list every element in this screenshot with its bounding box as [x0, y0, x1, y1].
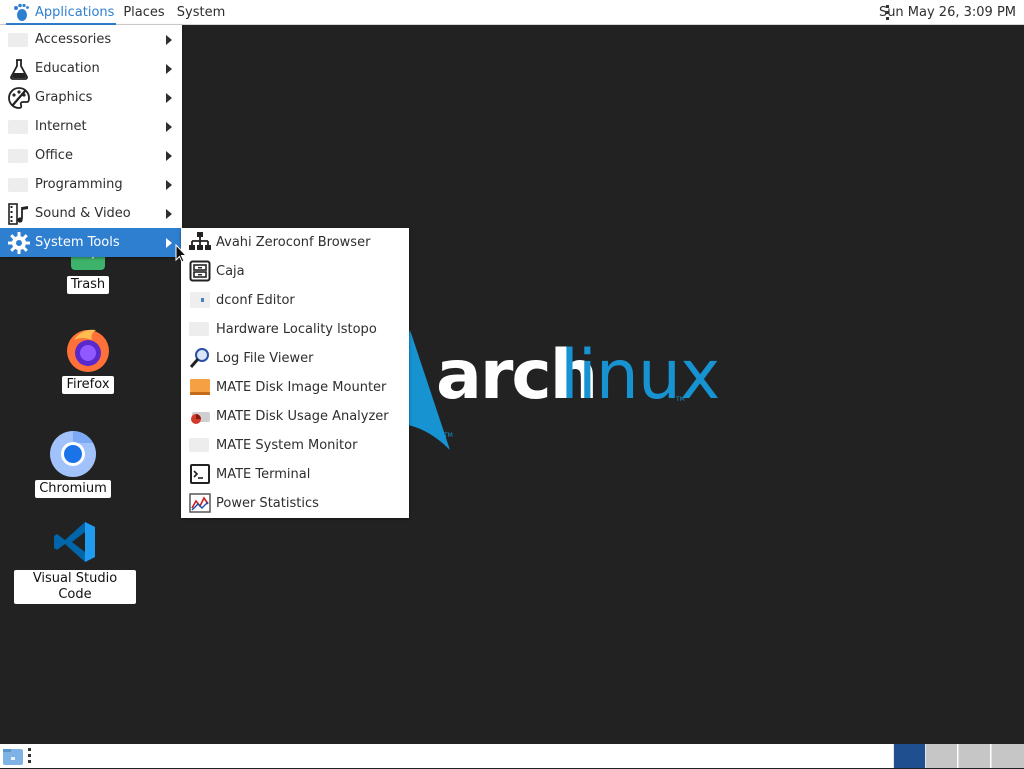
wallpaper-linux-text: linux	[560, 336, 720, 415]
power-statistics-icon	[189, 492, 211, 514]
places-menu[interactable]: Places	[120, 0, 168, 25]
menu-item-accessories[interactable]: Accessories	[0, 25, 182, 54]
desktop-label-chromium: Chromium	[35, 480, 111, 498]
submenu-arrow-icon	[166, 180, 172, 190]
menu-item-label: Graphics	[35, 90, 93, 105]
workspace-3[interactable]	[958, 744, 990, 768]
submenu-arrow-icon	[166, 122, 172, 132]
submenu-item-label: MATE System Monitor	[216, 438, 358, 453]
panel-handle-bottom-icon[interactable]	[28, 748, 32, 764]
submenu-item-power-statistics[interactable]: Power Statistics	[181, 489, 409, 518]
clock[interactable]: Sun May 26, 3:09 PM	[879, 0, 1016, 25]
applications-menu[interactable]: Applications	[6, 0, 116, 25]
submenu-arrow-icon	[166, 209, 172, 219]
menu-item-internet[interactable]: Internet	[0, 112, 182, 141]
flask-icon	[8, 58, 30, 80]
bottom-panel	[0, 744, 1024, 768]
internet-icon	[8, 116, 30, 138]
menu-item-label: Office	[35, 148, 73, 163]
disk-image-icon	[189, 376, 211, 398]
mouse-cursor-icon	[175, 244, 187, 263]
menu-item-graphics[interactable]: Graphics	[0, 83, 182, 112]
menu-item-label: Accessories	[35, 32, 112, 47]
office-icon	[8, 145, 30, 167]
menu-item-label: Education	[35, 61, 100, 76]
submenu-arrow-icon	[166, 93, 172, 103]
system-tools-submenu: Avahi Zeroconf Browser Caja dconf Editor…	[181, 228, 409, 518]
vscode-icon	[53, 520, 97, 564]
wallpaper-tm-small-text: TM	[444, 432, 453, 439]
chromium-icon	[49, 430, 97, 478]
accessories-icon	[8, 29, 30, 51]
desktop-icon-vscode[interactable]: Visual Studio Code	[14, 520, 136, 604]
applications-dropdown: Accessories Education Graphics Internet …	[0, 25, 182, 257]
menu-item-system-tools[interactable]: System Tools	[0, 228, 182, 257]
workspace-4[interactable]	[991, 744, 1024, 768]
menu-item-label: System Tools	[35, 235, 120, 250]
terminal-icon	[189, 463, 211, 485]
submenu-item-label: Power Statistics	[216, 496, 319, 511]
submenu-item-disk-image-mounter[interactable]: MATE Disk Image Mounter	[181, 373, 409, 402]
workspace-2[interactable]	[925, 744, 957, 768]
menu-item-education[interactable]: Education	[0, 54, 182, 83]
submenu-item-label: MATE Terminal	[216, 467, 311, 482]
desktop-label-trash: Trash	[66, 276, 110, 294]
submenu-item-label: Avahi Zeroconf Browser	[216, 235, 371, 250]
gear-icon	[8, 232, 30, 254]
desktop-label-firefox: Firefox	[62, 376, 114, 394]
submenu-item-dconf[interactable]: dconf Editor	[181, 286, 409, 315]
submenu-item-disk-usage[interactable]: MATE Disk Usage Analyzer	[181, 402, 409, 431]
submenu-item-label: Log File Viewer	[216, 351, 314, 366]
network-icon	[189, 231, 211, 253]
menu-item-programming[interactable]: Programming	[0, 170, 182, 199]
file-cabinet-icon	[189, 260, 211, 282]
hardware-icon	[189, 318, 211, 340]
submenu-arrow-icon	[166, 64, 172, 74]
submenu-item-label: Hardware Locality lstopo	[216, 322, 377, 337]
submenu-item-terminal[interactable]: MATE Terminal	[181, 460, 409, 489]
menu-item-sound-video[interactable]: Sound & Video	[0, 199, 182, 228]
dconf-icon	[189, 289, 211, 311]
menu-item-office[interactable]: Office	[0, 141, 182, 170]
submenu-item-log-viewer[interactable]: Log File Viewer	[181, 344, 409, 373]
film-music-icon	[8, 203, 30, 225]
magnifier-icon	[189, 347, 211, 369]
menu-item-label: Sound & Video	[35, 206, 131, 221]
submenu-item-system-monitor[interactable]: MATE System Monitor	[181, 431, 409, 460]
system-menu[interactable]: System	[174, 0, 228, 25]
submenu-item-label: Caja	[216, 264, 245, 279]
submenu-arrow-icon	[166, 35, 172, 45]
submenu-arrow-icon	[166, 151, 172, 161]
system-monitor-icon	[189, 434, 211, 456]
desktop-icon-chromium[interactable]: Chromium	[34, 430, 112, 498]
submenu-item-lstopo[interactable]: Hardware Locality lstopo	[181, 315, 409, 344]
firefox-icon	[64, 326, 112, 374]
submenu-arrow-icon	[166, 238, 172, 248]
desktop-label-vscode: Visual Studio Code	[14, 570, 136, 604]
submenu-item-label: MATE Disk Image Mounter	[216, 380, 387, 395]
menu-item-label: Programming	[35, 177, 123, 192]
desktop-icon-firefox[interactable]: Firefox	[58, 326, 118, 394]
disk-usage-icon	[189, 405, 211, 427]
palette-icon	[8, 87, 30, 109]
wallpaper-tm-text: TM	[676, 396, 685, 403]
submenu-item-caja[interactable]: Caja	[181, 257, 409, 286]
show-desktop-icon[interactable]	[3, 747, 23, 769]
submenu-item-avahi[interactable]: Avahi Zeroconf Browser	[181, 228, 409, 257]
top-panel: Applications Places System Sun May 26, 3…	[0, 0, 1024, 25]
submenu-item-label: dconf Editor	[216, 293, 295, 308]
applications-label: Applications	[35, 5, 115, 20]
programming-icon	[8, 174, 30, 196]
workspace-1[interactable]	[893, 744, 925, 768]
menu-item-label: Internet	[35, 119, 87, 134]
submenu-item-label: MATE Disk Usage Analyzer	[216, 409, 389, 424]
